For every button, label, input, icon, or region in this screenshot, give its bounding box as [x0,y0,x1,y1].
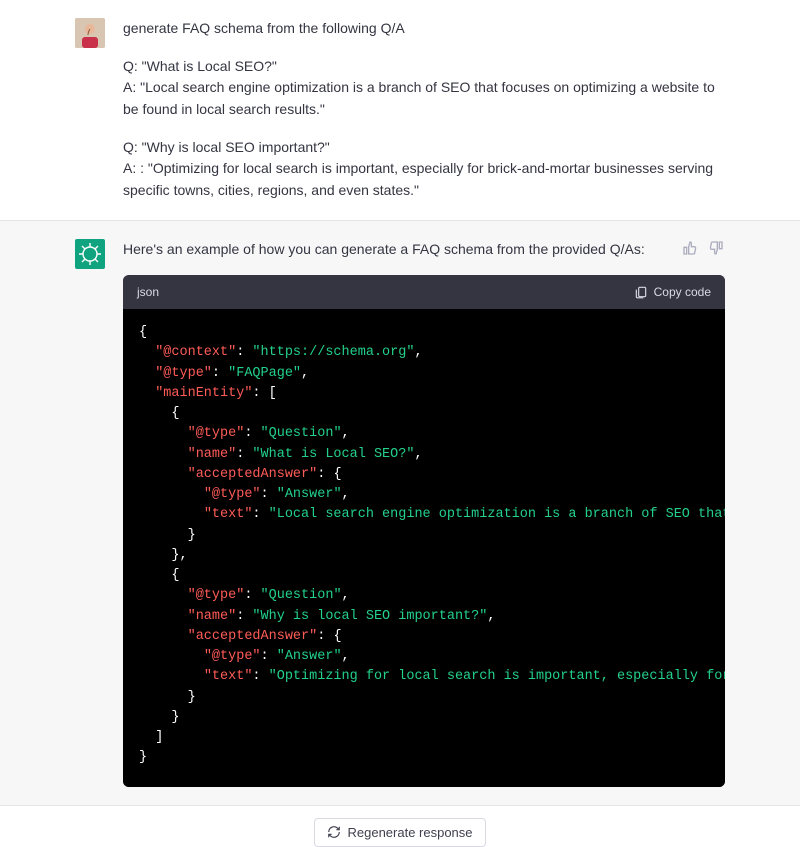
user-avatar [75,18,105,48]
refresh-icon [327,825,341,839]
assistant-message: Here's an example of how you can generat… [0,221,800,806]
regenerate-label: Regenerate response [347,825,472,840]
code-block: json Copy code { "@context": "https://sc… [123,275,725,787]
code-block-header: json Copy code [123,275,725,310]
feedback-buttons [681,239,725,257]
thumbs-down-icon[interactable] [707,239,725,257]
user-message: generate FAQ schema from the following Q… [0,0,800,221]
user-message-text: generate FAQ schema from the following Q… [123,18,725,202]
code-content: { "@context": "https://schema.org", "@ty… [139,323,709,769]
code-block-body[interactable]: { "@context": "https://schema.org", "@ty… [123,309,725,787]
assistant-avatar [75,239,105,269]
thumbs-up-icon[interactable] [681,239,699,257]
assistant-intro-text: Here's an example of how you can generat… [123,239,669,261]
regenerate-button[interactable]: Regenerate response [314,818,485,847]
copy-code-button[interactable]: Copy code [634,283,711,302]
clipboard-icon [634,285,648,299]
code-language-label: json [137,283,159,302]
copy-code-label: Copy code [654,283,711,302]
